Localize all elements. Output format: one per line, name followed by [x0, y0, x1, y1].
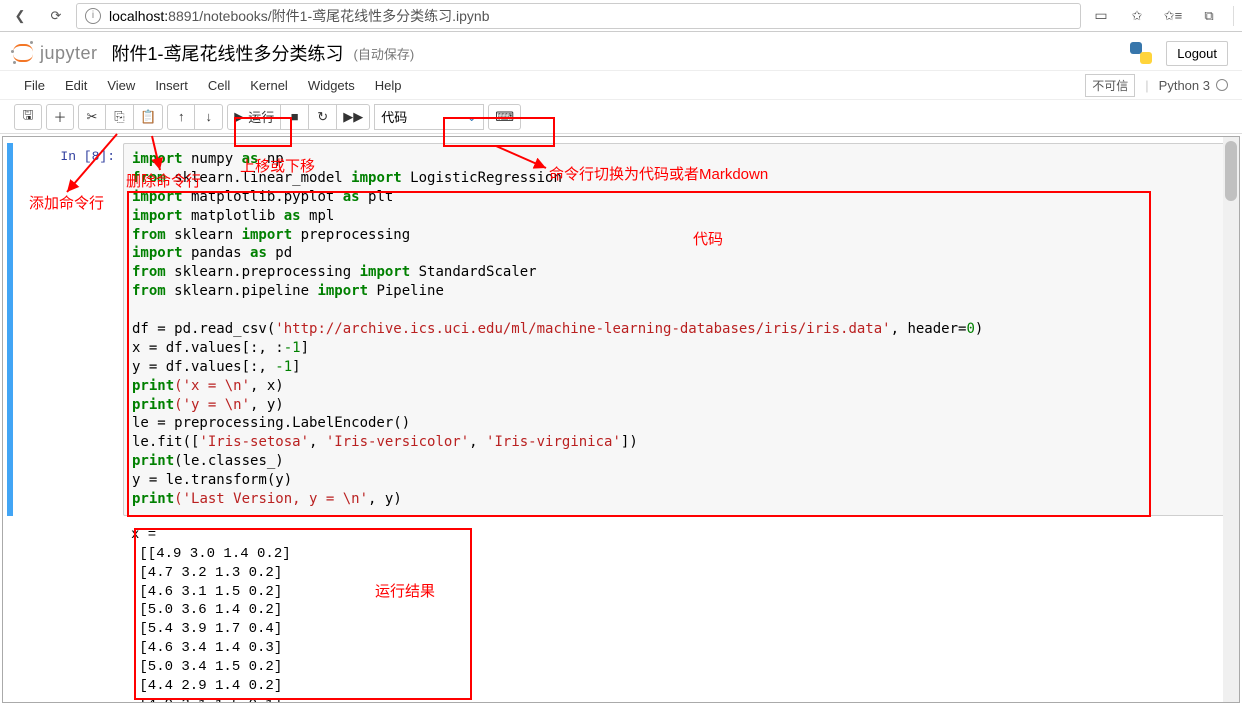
collections-icon: ⧉: [1204, 8, 1213, 24]
scrollbar[interactable]: [1223, 137, 1239, 702]
url-text: localhost:8891/notebooks/附件1-鸢尾花线性多分类练习.…: [109, 6, 490, 26]
move-group: ↑ ↓: [167, 104, 223, 130]
reader-mode-button[interactable]: ▭: [1085, 3, 1117, 29]
python-logo-icon: [1130, 42, 1152, 64]
menu-help[interactable]: Help: [365, 74, 412, 97]
star-icon: ✩: [1132, 8, 1143, 24]
menu-insert[interactable]: Insert: [145, 74, 198, 97]
stop-icon: ■: [291, 109, 299, 124]
move-up-button[interactable]: ↑: [167, 104, 195, 130]
jupyter-header: jupyter 附件1-鸢尾花线性多分类练习 (自动保存) Logout: [0, 32, 1242, 70]
copy-icon: ⎘: [114, 109, 124, 125]
move-down-button[interactable]: ↓: [195, 104, 223, 130]
notebook-area[interactable]: In [8]: import numpy as np from sklearn.…: [2, 136, 1240, 703]
notebook-title[interactable]: 附件1-鸢尾花线性多分类练习: [112, 40, 344, 66]
arrow-down-icon: ↓: [205, 109, 212, 124]
code-content[interactable]: import numpy as np from sklearn.linear_m…: [132, 150, 1216, 509]
arrow-up-icon: ↑: [178, 109, 185, 124]
menu-file[interactable]: File: [14, 74, 55, 97]
cell-type-value: 代码: [381, 107, 407, 126]
jupyter-logo[interactable]: jupyter: [10, 40, 106, 66]
plus-icon: ＋: [53, 107, 66, 126]
insert-cell-below-button[interactable]: ＋: [46, 104, 74, 130]
menu-widgets[interactable]: Widgets: [298, 74, 365, 97]
menu-view[interactable]: View: [97, 74, 145, 97]
kernel-status-icon: [1216, 79, 1228, 91]
scrollbar-thumb[interactable]: [1225, 141, 1237, 201]
cell-type-select[interactable]: 代码 ⌄: [374, 104, 484, 130]
info-icon: i: [85, 8, 101, 24]
cut-icon: ✂: [87, 109, 98, 125]
cell-prompt: In [8]:: [53, 143, 123, 516]
restart-icon: ↻: [317, 109, 328, 125]
menu-kernel[interactable]: Kernel: [240, 74, 298, 97]
menu-cell[interactable]: Cell: [198, 74, 240, 97]
collections-button[interactable]: ⧉: [1193, 3, 1225, 29]
logout-button[interactable]: Logout: [1166, 41, 1228, 66]
command-palette-button[interactable]: ⌨: [488, 104, 521, 130]
keyboard-icon: ⌨: [495, 109, 514, 125]
code-cell[interactable]: In [8]: import numpy as np from sklearn.…: [53, 143, 1225, 516]
menu-bar: File Edit View Insert Cell Kernel Widget…: [0, 70, 1242, 100]
jupyter-orb-icon: [10, 40, 36, 66]
cut-button[interactable]: ✂: [78, 104, 106, 130]
output-cell: x = [[4.9 3.0 1.4 0.2] [4.7 3.2 1.3 0.2]…: [53, 524, 1225, 703]
refresh-button[interactable]: ⟳: [40, 3, 72, 29]
chevron-left-icon: ❮: [15, 8, 26, 24]
output-prompt: [53, 524, 123, 703]
jupyter-logo-text: jupyter: [40, 43, 98, 64]
interrupt-button[interactable]: ■: [281, 104, 309, 130]
favorites-list-button[interactable]: ✩≡: [1157, 3, 1189, 29]
address-bar[interactable]: i localhost:8891/notebooks/附件1-鸢尾花线性多分类练…: [76, 3, 1081, 29]
fast-forward-icon: ▶▶: [343, 109, 363, 125]
save-icon: 🖫: [22, 106, 33, 128]
paste-button[interactable]: 📋: [134, 104, 163, 130]
save-button[interactable]: 🖫: [14, 104, 42, 130]
browser-toolbar: ❮ ⟳ i localhost:8891/notebooks/附件1-鸢尾花线性…: [0, 0, 1242, 32]
refresh-icon: ⟳: [51, 8, 62, 24]
restart-button[interactable]: ↻: [309, 104, 337, 130]
run-group: ▶ 运行 ■ ↻ ▶▶: [227, 104, 370, 130]
output-text: x = [[4.9 3.0 1.4 0.2] [4.7 3.2 1.3 0.2]…: [123, 524, 1225, 703]
kernel-indicator[interactable]: Python 3: [1159, 78, 1228, 93]
chevron-down-icon: ⌄: [466, 109, 477, 125]
copy-button[interactable]: ⎘: [106, 104, 134, 130]
reader-icon: ▭: [1094, 7, 1107, 24]
toolbar: 🖫 ＋ ✂ ⎘ 📋 ↑ ↓ ▶ 运行 ■ ↻ ▶▶ 代码 ⌄ ⌨: [0, 100, 1242, 134]
trust-indicator[interactable]: 不可信: [1085, 74, 1135, 97]
paste-icon: 📋: [140, 109, 156, 125]
edit-group: ✂ ⎘ 📋: [78, 104, 163, 130]
restart-run-all-button[interactable]: ▶▶: [337, 104, 370, 130]
menu-edit[interactable]: Edit: [55, 74, 97, 97]
kernel-name: Python 3: [1159, 78, 1210, 93]
star-list-icon: ✩≡: [1164, 8, 1182, 24]
run-label: 运行: [248, 107, 274, 126]
play-icon: ▶: [234, 109, 244, 125]
run-button[interactable]: ▶ 运行: [227, 104, 281, 130]
autosave-status: (自动保存): [354, 44, 415, 63]
favorite-button[interactable]: ✩: [1121, 3, 1153, 29]
browser-back-button[interactable]: ❮: [4, 3, 36, 29]
cell-input-area[interactable]: import numpy as np from sklearn.linear_m…: [123, 143, 1225, 516]
